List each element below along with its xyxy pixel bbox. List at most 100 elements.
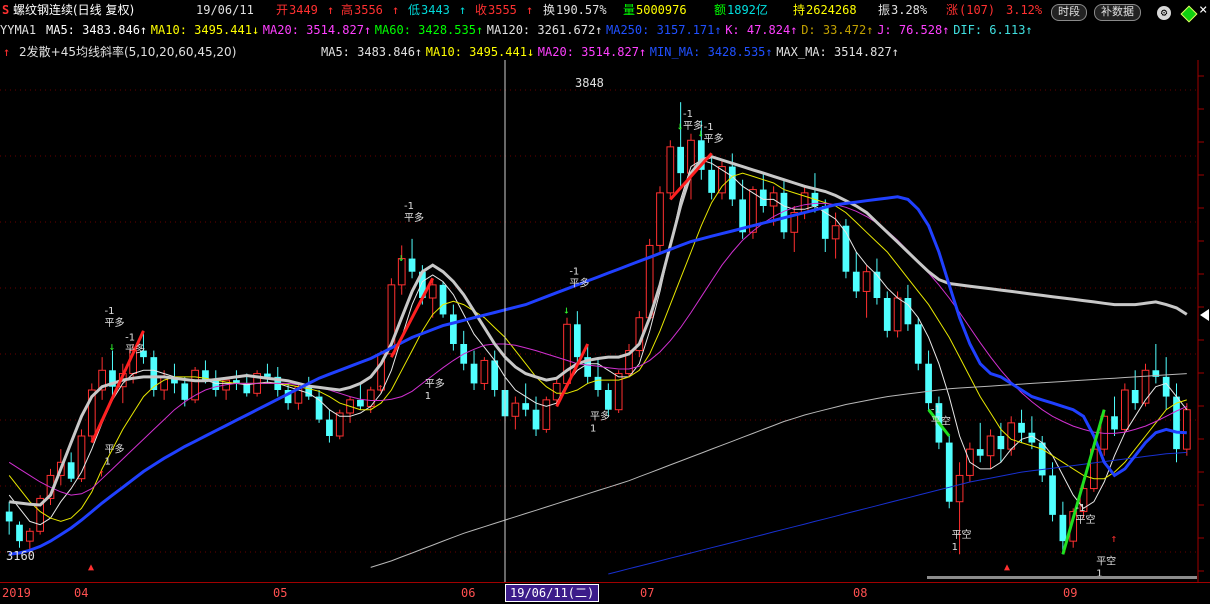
title-bar: S 螺纹钢连续(日线 复权) 19/06/11 开 3449 ↑ 高 3556 … xyxy=(0,0,1210,23)
quote-date: 19/06/11 xyxy=(196,3,254,17)
signal-label: 平多 xyxy=(125,342,145,355)
candle-body xyxy=(594,376,602,390)
close-label: 收 xyxy=(475,3,488,17)
signal-label: -1 xyxy=(569,267,579,278)
scroll-indicator[interactable] xyxy=(927,576,1197,579)
candle-body xyxy=(831,225,840,240)
candle-body xyxy=(357,399,364,407)
candle-body xyxy=(1141,369,1150,404)
candle-body xyxy=(728,166,736,200)
signal-label: -1 xyxy=(1076,503,1086,514)
candle-body xyxy=(326,419,333,436)
high-value: 3556 xyxy=(354,3,383,17)
signal-label: 1 xyxy=(952,542,958,553)
ma-line-ma5 xyxy=(8,159,1188,526)
gear-icon[interactable]: ⚙ xyxy=(1157,6,1171,20)
ma-line-ma20 xyxy=(8,202,1188,496)
indicator-value: D: 33.472↑ xyxy=(801,23,874,37)
candle-body xyxy=(480,359,489,384)
close-icon[interactable]: × xyxy=(1199,3,1207,17)
time-share-button[interactable]: 时段 xyxy=(1051,4,1087,21)
instrument-name: 螺纹钢连续(日线 复权) xyxy=(13,3,135,17)
turnover-label: 换 xyxy=(543,3,556,17)
candle-body xyxy=(1111,416,1118,430)
candle-body xyxy=(1120,389,1129,430)
candle-body xyxy=(264,373,271,377)
time-label: 09 xyxy=(1063,586,1078,600)
signal-label: 1 xyxy=(425,391,431,402)
up-arrow-icon: ↑ xyxy=(1111,532,1118,545)
candle-body xyxy=(1131,390,1139,404)
candle-body xyxy=(408,258,416,272)
signal-label: 平多 xyxy=(404,211,424,224)
close-value: 3555 xyxy=(488,3,517,17)
candle-body xyxy=(852,271,860,292)
ma-indicator-line: YYMA1 MA5: 3483.846↑ MA10: 3495.441↓ MA20:… xyxy=(0,20,1210,40)
signal-up-arrow-icon: ↑ xyxy=(3,45,11,59)
amplitude-label: 振 xyxy=(878,3,891,17)
change-label: 涨 xyxy=(946,3,959,17)
candle-body xyxy=(542,399,551,430)
high-label: 高 xyxy=(341,3,354,17)
candle-body xyxy=(1007,422,1016,450)
volume-label: 量 xyxy=(623,3,636,17)
indicator-value: MA10: 3495.441↓ xyxy=(150,23,260,37)
low-value: 3443 xyxy=(421,3,450,17)
candle-body xyxy=(656,192,664,246)
ma-line-ma10 xyxy=(8,172,1187,522)
right-edge-arrow-icon[interactable] xyxy=(1200,309,1209,321)
indicator-value: J: 76.528↑ xyxy=(877,23,950,37)
down-arrow-icon: ↓ xyxy=(563,304,570,317)
candle-body xyxy=(470,363,478,384)
signal-label: 1 xyxy=(590,424,596,435)
up-arrow-icon: ↑ xyxy=(459,3,467,17)
change-value: (107) xyxy=(959,3,996,17)
time-label: 07 xyxy=(640,586,655,600)
amount-value: 1892亿 xyxy=(727,3,768,17)
data-fix-button[interactable]: 补数据 xyxy=(1094,4,1141,21)
candle-body xyxy=(914,324,922,364)
candle-body xyxy=(1182,409,1191,450)
indicator-value: MA120: 3261.672↑ xyxy=(486,23,603,37)
hold-label: 持 xyxy=(793,3,806,17)
candle-body xyxy=(5,511,13,522)
down-arrow-icon: ↓ xyxy=(108,340,115,353)
candlestick-chart[interactable]: -1平多-1平多-1平多-1平多-1平多 -1平多-1平空-1平空平多1平多1平多… xyxy=(0,60,1210,582)
candle-body xyxy=(532,409,540,430)
change-percent: 3.12% xyxy=(1006,3,1043,17)
candle-body xyxy=(904,298,912,325)
time-label: 05 xyxy=(273,586,288,600)
up-arrow-icon: ↑ xyxy=(392,3,400,17)
candle-body xyxy=(563,323,571,384)
indicator-value: MA10: 3495.441↓ xyxy=(425,45,535,59)
candle-body xyxy=(25,530,34,542)
indicator-value: MAX_MA: 3514.827↑ xyxy=(776,45,900,59)
signal-label: 平空 xyxy=(931,415,951,428)
candle-body xyxy=(1018,422,1025,433)
down-arrow-icon: ↓ xyxy=(398,251,405,264)
high-price-label: 3848 xyxy=(575,76,604,90)
candle-body xyxy=(67,462,75,479)
candle-body xyxy=(862,271,871,292)
signal-label: 1 xyxy=(104,457,110,468)
signal-label: -1 xyxy=(931,405,941,416)
candle-body xyxy=(945,442,953,502)
time-label: 06 xyxy=(461,586,476,600)
signal-label: 平多 xyxy=(704,132,724,145)
candle-body xyxy=(160,376,168,391)
signal-prefix: 2发散+45均线斜率(5,10,20,60,45,20) xyxy=(19,45,237,59)
indicator-value: MIN_MA: 3428.535↑ xyxy=(649,45,773,59)
open-label: 开 xyxy=(276,3,289,17)
indicator-value: MA60: 3428.535↑ xyxy=(374,23,484,37)
candle-body xyxy=(666,146,675,194)
candle-body xyxy=(181,383,189,400)
candle-body xyxy=(677,146,685,174)
signal-label: 平多 xyxy=(425,377,445,390)
up-arrow-icon: ↑ xyxy=(327,3,335,17)
candle-body xyxy=(428,284,437,299)
time-label: 08 xyxy=(853,586,868,600)
stock-icon: S xyxy=(2,3,10,17)
signal-label: 平空 xyxy=(1096,554,1116,567)
indicator-value: DIF: 6.113↑ xyxy=(953,23,1033,37)
candle-body xyxy=(893,297,902,332)
